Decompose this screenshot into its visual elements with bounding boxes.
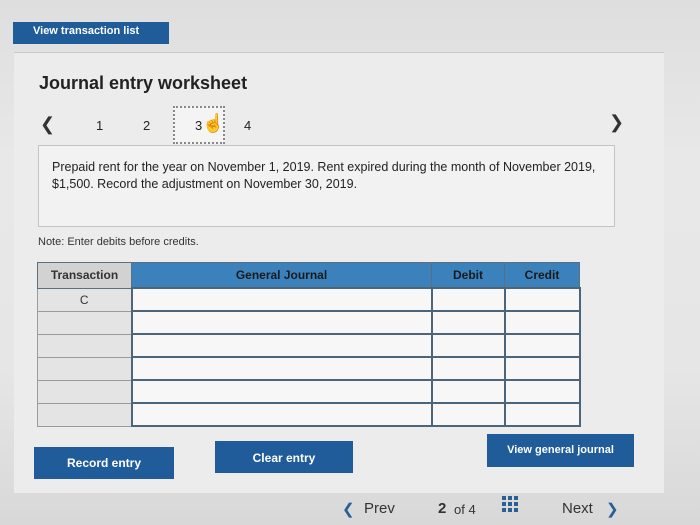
table-row (37, 379, 581, 404)
chevron-right-icon[interactable]: ❯ (606, 500, 619, 518)
credit-input[interactable] (503, 402, 581, 427)
journal-entry-table: Transaction General Journal Debit Credit… (37, 262, 581, 427)
header-credit: Credit (504, 262, 580, 289)
general-journal-input[interactable] (130, 287, 433, 312)
entry-note: Note: Enter debits before credits. (38, 236, 199, 248)
chevron-right-icon[interactable]: ❯ (609, 112, 624, 133)
transaction-description: Prepaid rent for the year on November 1,… (52, 160, 596, 191)
debit-input[interactable] (430, 402, 506, 427)
general-journal-input[interactable] (130, 333, 433, 358)
transaction-cell (37, 356, 132, 381)
prev-button[interactable]: Prev (364, 500, 395, 517)
step-1-tab[interactable]: 1 (96, 118, 103, 133)
transaction-cell (37, 310, 132, 335)
page-total: of 4 (454, 502, 476, 517)
record-entry-button[interactable]: Record entry (34, 447, 174, 479)
step-4-tab[interactable]: 4 (244, 118, 251, 133)
current-page: 2 (438, 500, 447, 517)
view-transaction-list-button[interactable]: View transaction list (13, 22, 169, 44)
general-journal-input[interactable] (130, 356, 433, 381)
clear-entry-button[interactable]: Clear entry (215, 441, 353, 473)
worksheet-title: Journal entry worksheet (39, 73, 248, 93)
table-row: C (37, 287, 581, 312)
header-debit: Debit (431, 262, 505, 289)
next-button[interactable]: Next (562, 500, 593, 517)
credit-input[interactable] (503, 379, 581, 404)
table-row (37, 402, 581, 427)
step-2-tab[interactable]: 2 (143, 118, 150, 133)
table-row (37, 310, 581, 335)
transaction-cell: C (37, 287, 132, 312)
transaction-cell (37, 379, 132, 404)
debit-input[interactable] (430, 356, 506, 381)
credit-input[interactable] (503, 356, 581, 381)
view-general-journal-button[interactable]: View general journal (487, 434, 634, 467)
table-row (37, 333, 581, 358)
transaction-description-box: Prepaid rent for the year on November 1,… (38, 145, 615, 227)
chevron-left-icon[interactable]: ❮ (342, 500, 355, 518)
table-row (37, 356, 581, 381)
header-general-journal: General Journal (131, 262, 432, 289)
debit-input[interactable] (430, 287, 506, 312)
credit-input[interactable] (503, 310, 581, 335)
hand-pointer-icon: ☝ (202, 113, 225, 133)
chevron-left-icon[interactable]: ❮ (40, 114, 55, 135)
debit-input[interactable] (430, 333, 506, 358)
transaction-cell (37, 333, 132, 358)
credit-input[interactable] (503, 287, 581, 312)
header-transaction: Transaction (37, 262, 132, 289)
debit-input[interactable] (430, 379, 506, 404)
general-journal-input[interactable] (130, 310, 433, 335)
grid-icon[interactable] (502, 496, 518, 512)
general-journal-input[interactable] (130, 402, 433, 427)
transaction-cell (37, 402, 132, 427)
credit-input[interactable] (503, 333, 581, 358)
general-journal-input[interactable] (130, 379, 433, 404)
debit-input[interactable] (430, 310, 506, 335)
